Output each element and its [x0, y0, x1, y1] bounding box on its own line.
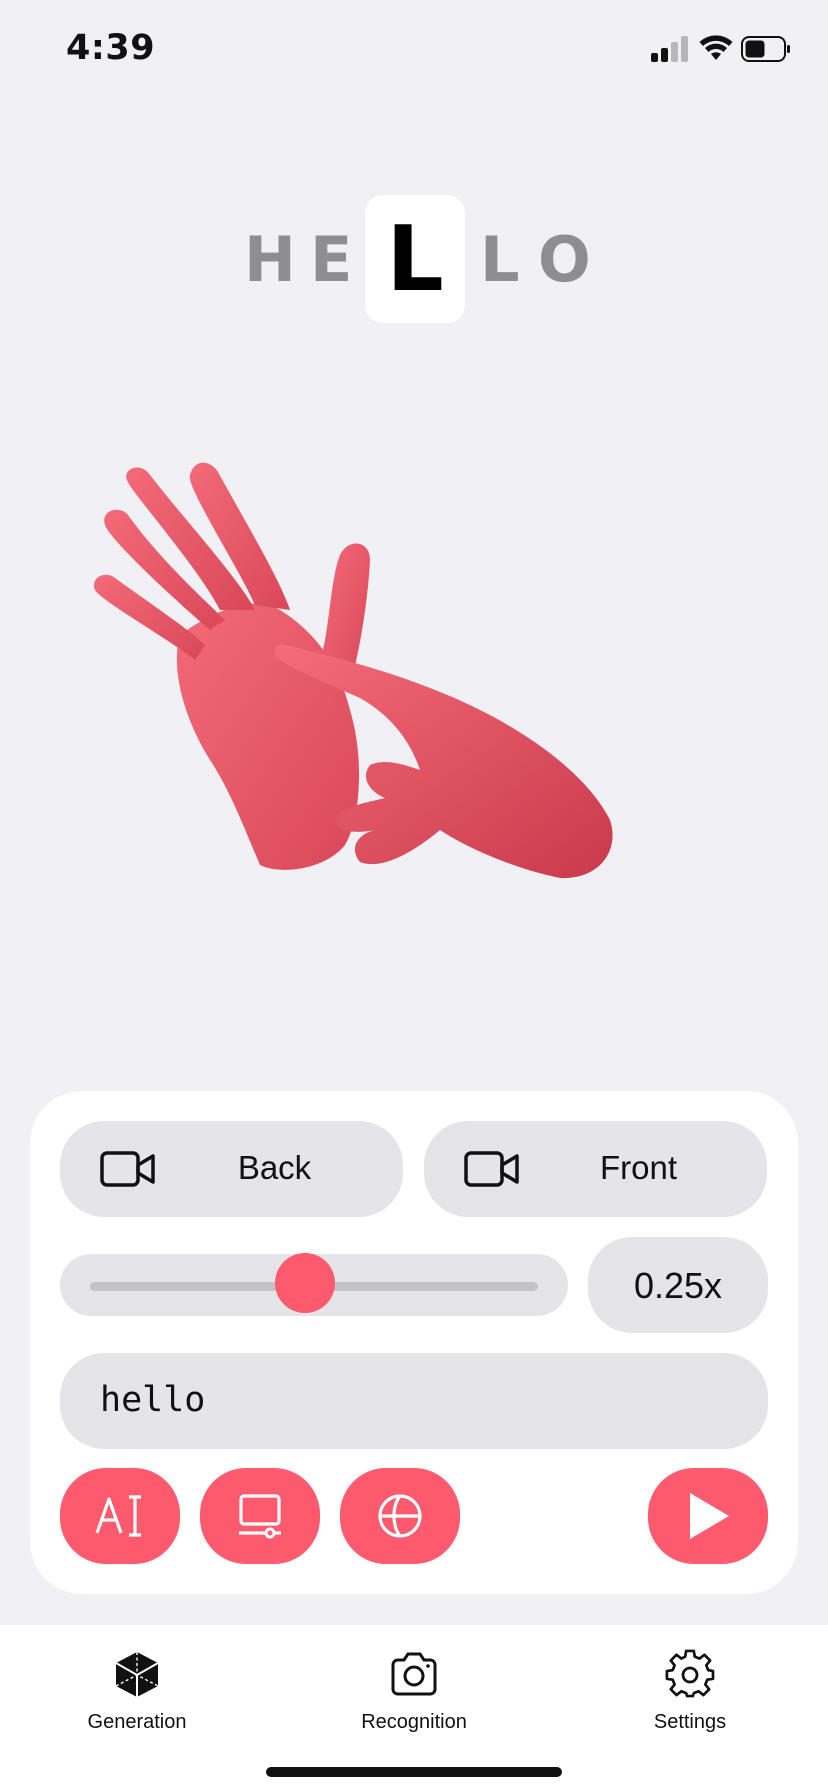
play-icon — [690, 1493, 729, 1539]
letter-o: O — [538, 223, 591, 296]
tab-recognition-label: Recognition — [361, 1711, 467, 1733]
sign-language-hands-illustration — [94, 462, 613, 879]
active-letter: L — [365, 195, 465, 323]
speed-value-badge[interactable]: 0.25x — [588, 1237, 768, 1333]
back-camera-label: Back — [237, 1149, 312, 1186]
text-recognition-button[interactable] — [60, 1468, 180, 1564]
globe-button[interactable] — [340, 1468, 460, 1564]
bottom-tab-bar: Generation Recognition Settings — [0, 1625, 828, 1792]
speed-value: 0.25x — [633, 1265, 723, 1306]
letter-l: L — [480, 223, 520, 296]
gear-icon — [665, 1649, 715, 1698]
text-recognition-icon — [95, 1495, 141, 1537]
tab-settings[interactable]: Settings — [590, 1649, 790, 1749]
status-bar: 4:39 — [0, 0, 828, 100]
tab-generation-label: Generation — [87, 1711, 187, 1733]
speed-slider-thumb[interactable] — [275, 1253, 336, 1313]
tab-recognition[interactable]: Recognition — [314, 1649, 514, 1749]
letter-h: H — [244, 223, 296, 296]
play-button[interactable] — [648, 1468, 768, 1564]
globe-icon — [378, 1494, 422, 1538]
text-input-field[interactable] — [60, 1353, 768, 1449]
cellular-signal-icon — [651, 36, 691, 62]
speed-slider[interactable] — [60, 1253, 568, 1316]
camera-icon — [391, 1652, 437, 1696]
word-letter-display: H E L L O — [0, 195, 828, 325]
cube-icon — [115, 1652, 159, 1697]
tab-settings-label: Settings — [653, 1711, 727, 1733]
monitor-icon — [239, 1494, 281, 1539]
letter-e: E — [310, 223, 353, 296]
status-time: 4:39 — [66, 28, 156, 68]
front-camera-button[interactable]: Front — [424, 1121, 767, 1217]
back-camera-button[interactable]: Back — [60, 1121, 403, 1217]
text-input[interactable] — [100, 1377, 720, 1423]
wifi-icon — [699, 35, 733, 60]
display-button[interactable] — [200, 1468, 320, 1564]
tab-generation[interactable]: Generation — [37, 1649, 237, 1749]
front-camera-label: Front — [599, 1149, 678, 1186]
battery-icon — [741, 36, 790, 62]
home-indicator — [266, 1767, 562, 1777]
